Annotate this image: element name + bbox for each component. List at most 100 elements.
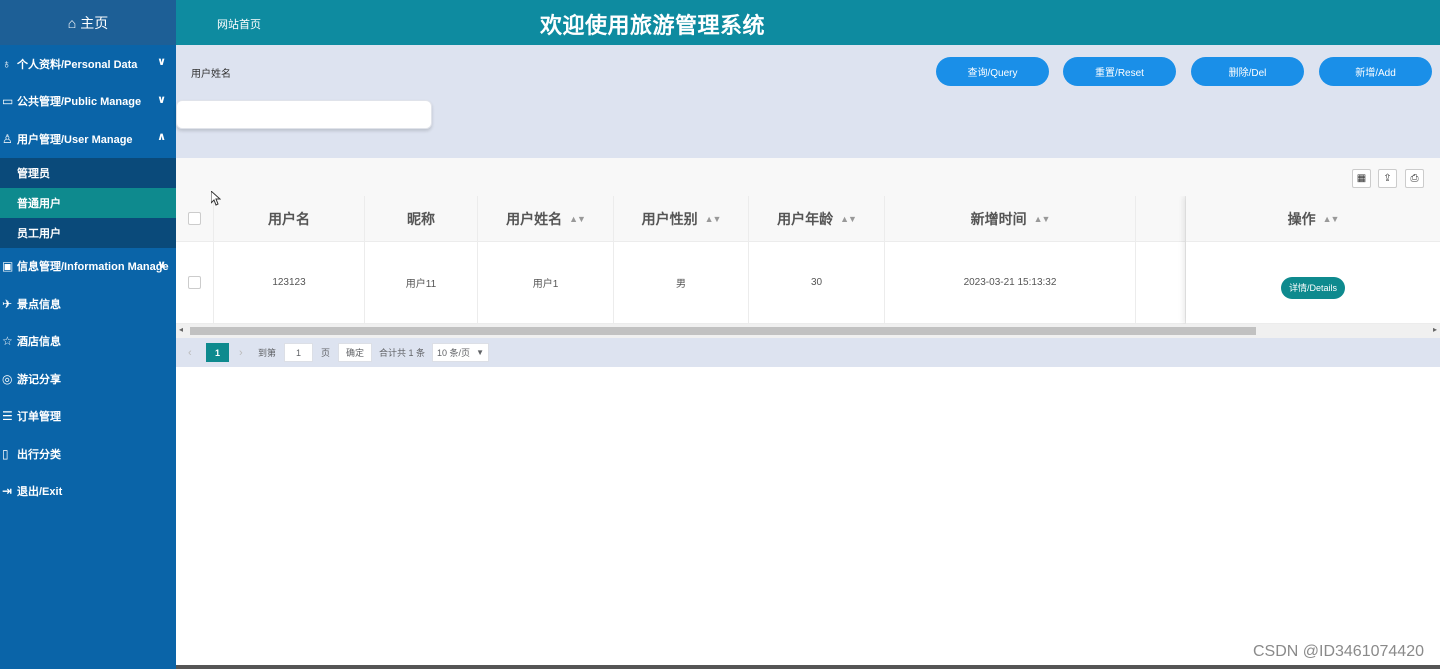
header-age[interactable]: 用户年龄 ▲▼ (749, 196, 885, 241)
next-page-icon[interactable]: › (239, 343, 243, 362)
sidebar-item-user-manage[interactable]: ♙ 用户管理/User Manage ∧ (0, 120, 176, 158)
page-unit-label: 页 (321, 348, 331, 358)
page-number-current[interactable]: 1 (206, 343, 229, 362)
sidebar-item-label: 景点信息 (17, 298, 61, 311)
confirm-button[interactable]: 确定 (338, 343, 372, 362)
user-icon: ♙ (2, 131, 13, 146)
site-home-link[interactable]: 网站首页 (217, 16, 261, 32)
cell-blank (1136, 242, 1186, 323)
sidebar-item-travel-notes[interactable]: ◎ 游记分享 (0, 360, 176, 398)
sidebar-item-public-manage[interactable]: ▭ 公共管理/Public Manage ∨ (0, 83, 176, 121)
mouse-cursor-icon (211, 191, 221, 206)
sidebar-item-information-manage[interactable]: ▣ 信息管理/Information Manage ∨ (0, 248, 176, 286)
search-panel: 用户姓名 查询/Query 重置/Reset 删除/Del 新增/Add (176, 45, 1440, 158)
sidebar-item-label: 游记分享 (17, 373, 61, 386)
cell-real-name: 用户1 (478, 242, 614, 323)
sort-icon[interactable]: ▲▼ (705, 214, 722, 224)
header-real-name[interactable]: 用户姓名 ▲▼ (478, 196, 614, 241)
pagination: ‹ 1 › 到第 1 页 确定 合计共 1 条 10 条/页 ▼ (176, 338, 1440, 367)
cell-username: 123123 (214, 242, 365, 323)
sidebar-item-label: 酒店信息 (17, 336, 61, 349)
columns-icon[interactable]: ▦ (1352, 169, 1371, 188)
sidebar-item-label: 订单管理 (17, 411, 61, 424)
header-nickname: 昵称 (365, 196, 478, 241)
chevron-up-icon: ∧ (157, 131, 166, 143)
sidebar-subitem-label: 管理员 (17, 167, 50, 180)
add-button[interactable]: 新增/Add (1319, 57, 1432, 86)
map-pin-icon: ✈ (2, 296, 13, 311)
select-all-cell (176, 196, 214, 241)
sidebar-item-hotels[interactable]: ☆ 酒店信息 (0, 323, 176, 361)
sidebar-home-label: 主页 (80, 14, 109, 31)
header-blank (1136, 196, 1186, 241)
sidebar-subitem-staff-user[interactable]: 员工用户 (0, 218, 176, 248)
print-icon[interactable]: ⎙ (1405, 169, 1424, 188)
sidebar-item-label: 公共管理/Public Manage (17, 96, 142, 109)
system-title: 欢迎使用旅游管理系统 (540, 13, 766, 38)
watermark: CSDN @ID3461074420 (1252, 643, 1424, 660)
sidebar-item-label: 出行分类 (17, 448, 61, 461)
horizontal-scrollbar[interactable]: ◂ ▸ (176, 324, 1440, 338)
name-search-input[interactable] (176, 100, 432, 129)
goto-label: 到第 (258, 348, 277, 358)
sort-icon[interactable]: ▲▼ (569, 214, 586, 224)
monitor-icon: ▭ (2, 94, 14, 109)
sort-icon[interactable]: ▲▼ (1034, 214, 1051, 224)
sidebar-home[interactable]: ⌂ 主页 (0, 0, 176, 45)
header-gender[interactable]: 用户性别 ▲▼ (614, 196, 749, 241)
chevron-down-icon: ∨ (157, 258, 166, 271)
order-icon: ☰ (2, 409, 13, 424)
select-all-checkbox[interactable] (188, 212, 201, 225)
header-label: 用户名 (268, 210, 310, 227)
header-label: 昵称 (407, 210, 435, 227)
user-table: 用户名 昵称 用户姓名 ▲▼ 用户性别 ▲▼ 用户年龄 ▲▼ 新增时间 ▲▼ 操… (176, 196, 1440, 338)
hotel-icon: ☆ (2, 334, 13, 349)
sidebar-item-label: 个人资料/Personal Data (17, 58, 138, 71)
sidebar-item-personal-data[interactable]: ♁ 个人资料/Personal Data ∨ (0, 45, 176, 83)
scrollbar-thumb[interactable] (190, 327, 1256, 335)
page-size-value: 10 条/页 (437, 348, 471, 358)
sidebar-item-label: 退出/Exit (17, 486, 63, 499)
row-checkbox[interactable] (188, 276, 201, 289)
fixed-actions-column-shadow (1186, 196, 1440, 324)
reset-button[interactable]: 重置/Reset (1063, 57, 1176, 86)
cell-created-time: 2023-03-21 15:13:32 (885, 242, 1136, 323)
page-size-select[interactable]: 10 条/页 ▼ (432, 343, 489, 362)
sidebar-item-orders[interactable]: ☰ 订单管理 (0, 398, 176, 436)
cell-nickname: 用户11 (365, 242, 478, 323)
total-count: 合计共 1 条 (379, 348, 426, 358)
scroll-right-icon[interactable]: ▸ (1433, 325, 1437, 334)
header-created-time[interactable]: 新增时间 ▲▼ (885, 196, 1136, 241)
chevron-down-icon: ∨ (157, 56, 166, 68)
sidebar-item-label: 信息管理/Information Manage (17, 261, 169, 274)
user-list-icon: ♁ (2, 56, 11, 71)
bottom-border (176, 665, 1440, 669)
sidebar-item-travel-category[interactable]: ▯ 出行分类 (0, 435, 176, 473)
delete-button[interactable]: 删除/Del (1191, 57, 1304, 86)
header-label: 用户姓名 (506, 210, 563, 227)
header-username: 用户名 (214, 196, 365, 241)
prev-page-icon[interactable]: ‹ (188, 343, 192, 362)
query-button[interactable]: 查询/Query (936, 57, 1049, 86)
table-toolbar: ▦ ⇪ ⎙ (176, 158, 1440, 196)
header-label: 用户性别 (641, 210, 698, 227)
export-icon[interactable]: ⇪ (1378, 169, 1397, 188)
sidebar-subitem-admin[interactable]: 管理员 (0, 158, 176, 188)
cell-age: 30 (749, 242, 885, 323)
sidebar-subitem-regular-user[interactable]: 普通用户 (0, 187, 176, 218)
user-manage-submenu: 管理员 普通用户 员工用户 (0, 157, 176, 248)
sort-icon[interactable]: ▲▼ (840, 214, 857, 224)
header-label: 新增时间 (970, 210, 1027, 227)
exit-icon: ⇥ (2, 484, 13, 499)
chevron-down-icon: ∨ (157, 93, 166, 106)
sidebar-item-label: 用户管理/User Manage (17, 133, 133, 146)
scroll-left-icon[interactable]: ◂ (179, 325, 183, 334)
sidebar: ⌂ 主页 ♁ 个人资料/Personal Data ∨ ▭ 公共管理/Publi… (0, 0, 176, 669)
name-search-label: 用户姓名 (191, 69, 231, 80)
goto-page-input[interactable]: 1 (284, 343, 313, 362)
info-icon: ▣ (2, 259, 14, 274)
header-label: 用户年龄 (777, 210, 834, 227)
sidebar-item-attractions[interactable]: ✈ 景点信息 (0, 285, 176, 323)
sidebar-item-exit[interactable]: ⇥ 退出/Exit (0, 473, 176, 511)
share-icon: ◎ (2, 371, 13, 386)
